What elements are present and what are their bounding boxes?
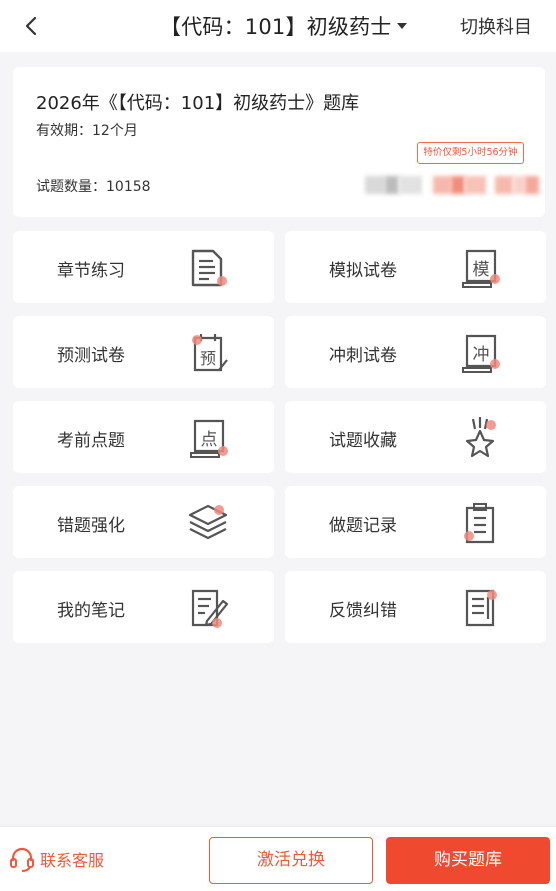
menu-label: 预测试卷 (57, 346, 125, 366)
menu-chapter-practice[interactable]: 章节练习 (13, 231, 274, 303)
menu-question-favorites[interactable]: 试题收藏 (285, 401, 546, 473)
menu-pre-exam-points[interactable]: 考前点题 点 (13, 401, 274, 473)
svg-text:预: 预 (200, 349, 216, 368)
caret-down-icon (397, 23, 408, 29)
bottom-action-bar: 联系客服 激活兑换 购买题库 (0, 826, 556, 891)
menu-mock-exam[interactable]: 模拟试卷 模 (285, 231, 546, 303)
bank-name: 2026年《【代码：101】初级药士》题库 (36, 93, 360, 114)
menu-label: 错题强化 (57, 516, 125, 536)
menu-wrong-question-review[interactable]: 错题强化 (13, 486, 274, 558)
promo-countdown-badge: 特价仅剩5小时56分钟 (417, 142, 524, 164)
svg-text:模: 模 (473, 260, 490, 280)
menu-label: 我的笔记 (57, 601, 125, 621)
menu-forecast-exam[interactable]: 预测试卷 预 (13, 316, 274, 388)
menu-label: 反馈纠错 (329, 601, 397, 621)
feedback-list-icon (457, 585, 503, 629)
sprint-scroll-icon: 冲 (457, 330, 503, 374)
activate-redeem-button[interactable]: 激活兑换 (209, 837, 373, 884)
forecast-calendar-icon: 预 (185, 330, 231, 374)
point-scroll-icon: 点 (185, 415, 231, 459)
menu-practice-records[interactable]: 做题记录 (285, 486, 546, 558)
mock-scroll-icon: 模 (457, 245, 503, 289)
customer-service-button[interactable]: 联系客服 (8, 845, 104, 873)
question-bank-info-card: 2026年《【代码：101】初级药士》题库 有效期：12个月 特价仅剩5小时56… (13, 67, 545, 217)
note-pencil-icon (185, 585, 231, 629)
menu-my-notes[interactable]: 我的笔记 (13, 571, 274, 643)
layers-icon (185, 500, 231, 544)
document-lines-icon (185, 245, 231, 289)
menu-label: 做题记录 (329, 516, 397, 536)
page-title: 【代码：101】初级药士 (160, 15, 392, 39)
buy-question-bank-button[interactable]: 购买题库 (386, 837, 550, 884)
svg-text:点: 点 (201, 430, 218, 450)
star-medal-icon (457, 415, 503, 459)
switch-subject-button[interactable]: 切换科目 (460, 13, 532, 39)
menu-sprint-exam[interactable]: 冲刺试卷 冲 (285, 316, 546, 388)
menu-label: 冲刺试卷 (329, 346, 397, 366)
back-arrow-icon[interactable] (18, 10, 46, 42)
menu-label: 考前点题 (57, 431, 125, 451)
validity-text: 有效期：12个月 (36, 123, 138, 139)
blurred-price (365, 176, 539, 194)
question-count: 试题数量：10158 (36, 179, 151, 195)
clipboard-icon (457, 500, 503, 544)
menu-label: 章节练习 (57, 261, 125, 281)
customer-service-label: 联系客服 (40, 851, 105, 870)
menu-label: 试题收藏 (329, 431, 397, 451)
menu-label: 模拟试卷 (329, 261, 397, 281)
subject-title-dropdown[interactable]: 【代码：101】初级药士 (160, 10, 408, 42)
headset-icon (10, 847, 34, 872)
svg-text:冲: 冲 (473, 345, 490, 365)
menu-feedback-correction[interactable]: 反馈纠错 (285, 571, 546, 643)
top-bar: 【代码：101】初级药士 切换科目 (0, 0, 556, 52)
